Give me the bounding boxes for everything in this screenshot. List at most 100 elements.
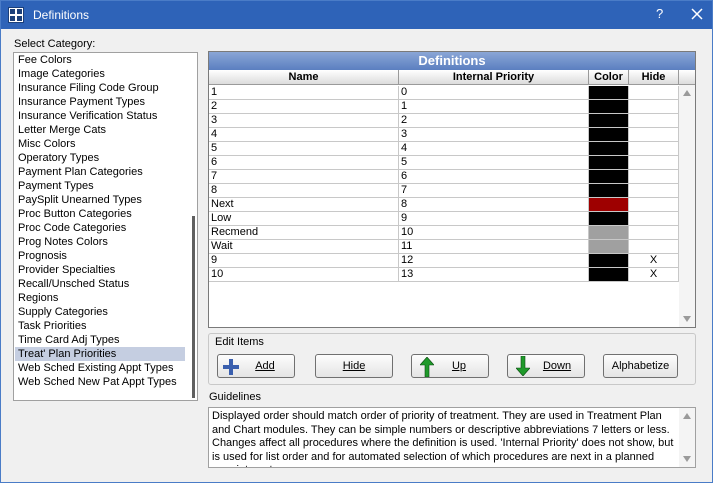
- cell-priority: 8: [399, 198, 589, 212]
- category-item[interactable]: Fee Colors: [15, 53, 185, 67]
- category-item[interactable]: Insurance Filing Code Group: [15, 81, 185, 95]
- table-row[interactable]: 10 13 X: [209, 268, 679, 282]
- cell-name: 2: [209, 100, 399, 114]
- alphabetize-button[interactable]: Alphabetize: [603, 354, 678, 378]
- cell-hide: X: [629, 254, 679, 268]
- cell-hide: [629, 170, 679, 184]
- cell-hide: [629, 142, 679, 156]
- category-item[interactable]: Insurance Payment Types: [15, 95, 185, 109]
- category-item[interactable]: Misc Colors: [15, 137, 185, 151]
- table-row[interactable]: 9 12 X: [209, 254, 679, 268]
- category-item[interactable]: Payment Types: [15, 179, 185, 193]
- category-item[interactable]: Image Categories: [15, 67, 185, 81]
- color-swatch: [589, 184, 629, 198]
- table-row[interactable]: 10: [209, 86, 679, 100]
- color-swatch: [589, 240, 629, 254]
- edit-items-label: Edit Items: [215, 336, 264, 348]
- table-row[interactable]: 21: [209, 100, 679, 114]
- cell-hide: [629, 240, 679, 254]
- color-swatch: [589, 128, 629, 142]
- grid-app-icon: [8, 7, 24, 23]
- cell-priority: 13: [399, 268, 589, 282]
- cell-hide: [629, 86, 679, 100]
- arrow-up-icon: [420, 357, 434, 377]
- cell-priority: 1: [399, 100, 589, 114]
- table-row[interactable]: Low 9: [209, 212, 679, 226]
- category-item[interactable]: Prognosis: [15, 249, 185, 263]
- category-item[interactable]: Time Card Adj Types: [15, 333, 185, 347]
- hide-button[interactable]: Hide: [315, 354, 393, 378]
- scroll-down-icon[interactable]: [683, 316, 691, 322]
- cell-priority: 10: [399, 226, 589, 240]
- color-swatch: [589, 170, 629, 184]
- cell-name: 7: [209, 170, 399, 184]
- window-title: Definitions: [33, 8, 90, 22]
- column-header-color[interactable]: Color: [589, 70, 629, 85]
- category-item[interactable]: Letter Merge Cats: [15, 123, 185, 137]
- help-button[interactable]: ?: [656, 6, 663, 21]
- color-swatch: [589, 86, 629, 100]
- scroll-down-icon[interactable]: [683, 456, 691, 462]
- down-button[interactable]: Down: [507, 354, 585, 378]
- up-button[interactable]: Up: [411, 354, 489, 378]
- table-row[interactable]: Recmend 10: [209, 226, 679, 240]
- category-item[interactable]: Proc Code Categories: [15, 221, 185, 235]
- cell-hide: [629, 226, 679, 240]
- category-item[interactable]: Prog Notes Colors: [15, 235, 185, 249]
- cell-hide: [629, 128, 679, 142]
- category-item[interactable]: Web Sched New Pat Appt Types: [15, 375, 185, 389]
- color-swatch: [589, 100, 629, 114]
- table-row[interactable]: Next 8: [209, 198, 679, 212]
- cell-priority: 2: [399, 114, 589, 128]
- cell-name: 5: [209, 142, 399, 156]
- guidelines-box: Displayed order should match order of pr…: [208, 407, 696, 468]
- color-swatch: [589, 212, 629, 226]
- cell-name: 1: [209, 86, 399, 100]
- category-item-selected[interactable]: Treat' Plan Priorities: [15, 347, 185, 361]
- cell-name: 9: [209, 254, 399, 268]
- category-item[interactable]: Regions: [15, 291, 185, 305]
- guidelines-scrollbar[interactable]: [679, 408, 695, 467]
- cell-priority: 6: [399, 170, 589, 184]
- guidelines-label: Guidelines: [209, 391, 261, 403]
- column-header-priority[interactable]: Internal Priority: [399, 70, 589, 85]
- category-item[interactable]: PaySplit Unearned Types: [15, 193, 185, 207]
- scroll-up-icon[interactable]: [683, 413, 691, 419]
- category-item[interactable]: Operatory Types: [15, 151, 185, 165]
- table-row[interactable]: 32: [209, 114, 679, 128]
- definitions-window: Definitions ? Select Category: Fee Color…: [0, 0, 713, 483]
- category-item[interactable]: Provider Specialties: [15, 263, 185, 277]
- add-button[interactable]: Add: [217, 354, 295, 378]
- category-list[interactable]: Fee Colors Image Categories Insurance Fi…: [13, 52, 198, 401]
- table-row[interactable]: 54: [209, 142, 679, 156]
- table-row[interactable]: 87: [209, 184, 679, 198]
- cell-priority: 9: [399, 212, 589, 226]
- category-item[interactable]: Supply Categories: [15, 305, 185, 319]
- category-item[interactable]: Web Sched Existing Appt Types: [15, 361, 185, 375]
- close-icon[interactable]: [689, 6, 705, 22]
- color-swatch: [589, 254, 629, 268]
- cell-name: 10: [209, 268, 399, 282]
- category-item[interactable]: Task Priorities: [15, 319, 185, 333]
- alphabetize-button-label: Alphabetize: [611, 360, 670, 372]
- cell-name: 8: [209, 184, 399, 198]
- table-row[interactable]: 43: [209, 128, 679, 142]
- table-row[interactable]: Wait 11: [209, 240, 679, 254]
- grid-scrollbar[interactable]: [679, 85, 695, 327]
- scroll-up-icon[interactable]: [683, 90, 691, 96]
- color-swatch: [589, 114, 629, 128]
- table-row[interactable]: 65: [209, 156, 679, 170]
- category-scrollbar-thumb[interactable]: [192, 216, 195, 398]
- column-header-name[interactable]: Name: [209, 70, 399, 85]
- category-item[interactable]: Recall/Unsched Status: [15, 277, 185, 291]
- select-category-label: Select Category:: [14, 38, 96, 50]
- category-item[interactable]: Insurance Verification Status: [15, 109, 185, 123]
- category-item[interactable]: Proc Button Categories: [15, 207, 185, 221]
- grid-title: Definitions: [209, 52, 695, 70]
- column-header-hide[interactable]: Hide: [629, 70, 679, 85]
- add-button-label: Add: [255, 360, 275, 372]
- color-swatch: [589, 156, 629, 170]
- category-item[interactable]: Payment Plan Categories: [15, 165, 185, 179]
- table-row[interactable]: 76: [209, 170, 679, 184]
- cell-name: Low: [209, 212, 399, 226]
